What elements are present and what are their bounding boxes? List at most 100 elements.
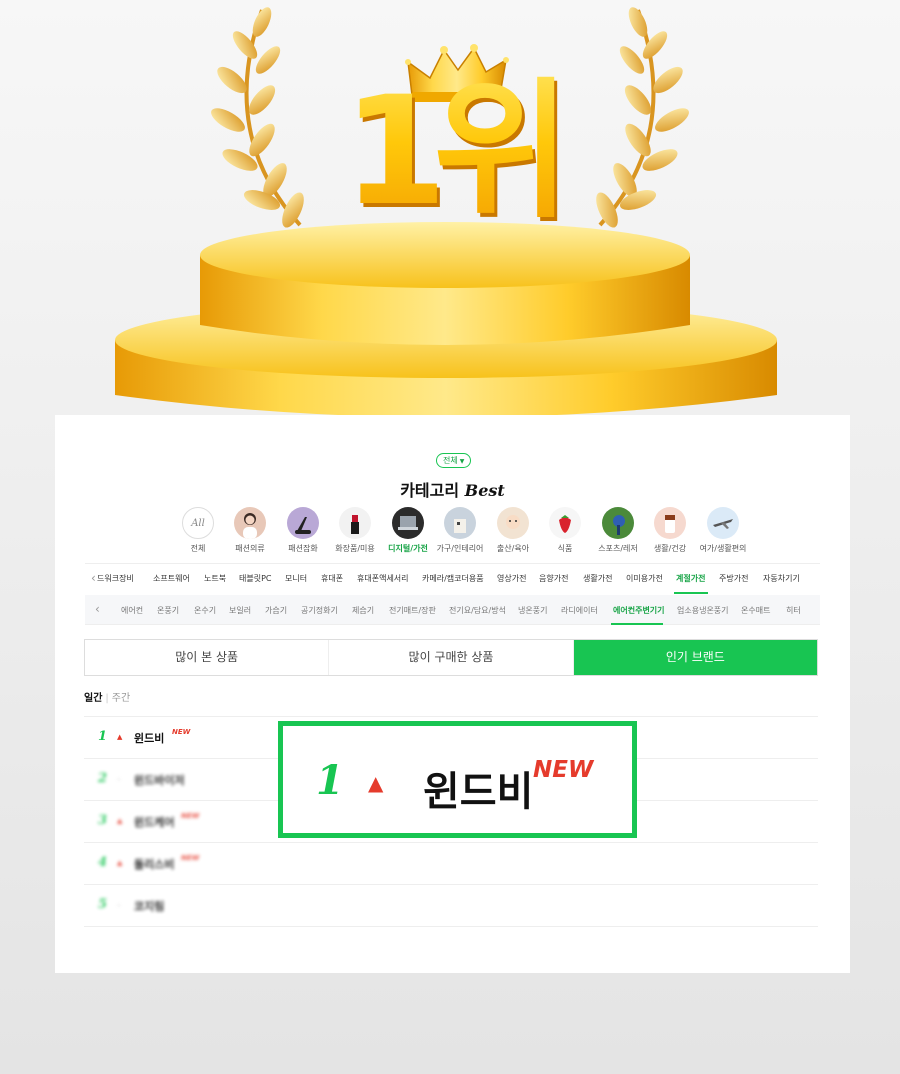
subcategory-item-active[interactable]: 계절가전: [676, 573, 705, 584]
subcategory-item[interactable]: 영상가전: [497, 573, 526, 584]
highlight-new-badge: NEW: [533, 757, 594, 783]
active-underline: [674, 592, 708, 594]
subcategory-item[interactable]: 생활가전: [583, 573, 612, 584]
trend-same-icon: –: [117, 775, 121, 783]
category-item-leisure[interactable]: 여가/생활편의: [693, 507, 753, 554]
subcategory-item[interactable]: 드워크장비: [97, 573, 134, 584]
category-item-fashion-goods[interactable]: 패션잡화: [273, 507, 333, 554]
divider: [84, 926, 818, 927]
ranking-row[interactable]: 2 – 윈드바이저: [84, 758, 238, 800]
sports-icon: [602, 507, 634, 539]
category-label: 가구/인테리어: [436, 544, 484, 553]
page-title: 카테고리 Best: [55, 477, 850, 501]
subcategory-item[interactable]: 온수매트: [741, 605, 770, 616]
subcategory-item[interactable]: 휴대폰: [321, 573, 343, 584]
new-badge: NEW: [172, 728, 191, 736]
top-brand-highlight: 1 ▲ 윈드비 NEW: [278, 721, 637, 838]
highlight-brand-name: 윈드비: [423, 769, 534, 815]
subcategory-item[interactable]: 모니터: [285, 573, 307, 584]
subcategory-item[interactable]: 소프트웨어: [153, 573, 190, 584]
trend-up-icon: ▲: [117, 817, 123, 825]
fashion-goods-icon: [287, 507, 319, 539]
active-underline: [611, 623, 663, 625]
new-badge: NEW: [181, 812, 200, 820]
subcategory-item[interactable]: 업소용냉온풍기: [677, 605, 729, 616]
category-label: 디지털/가전: [388, 544, 428, 553]
baby-icon: [497, 507, 529, 539]
subcategory-item[interactable]: 카메라/캠코더용품: [422, 573, 484, 584]
tab-most-purchased[interactable]: 많이 구매한 상품: [329, 640, 574, 675]
period-daily[interactable]: 일간: [84, 693, 102, 704]
category-item-sports[interactable]: 스포츠/레저: [588, 507, 648, 554]
subcategory-item[interactable]: 노트북: [204, 573, 226, 584]
trend-same-icon: –: [117, 901, 121, 909]
rank-number: 3: [98, 813, 108, 828]
subcategory-item[interactable]: 에어컨: [121, 605, 143, 616]
subcategory-item[interactable]: 태블릿PC: [239, 573, 272, 584]
ranking-row[interactable]: 1 ▲ 윈드비 NEW: [84, 716, 238, 758]
subcategory-item[interactable]: 공기정화기: [301, 605, 338, 616]
subcategory-item[interactable]: 이미용가전: [626, 573, 663, 584]
category-item-furniture[interactable]: 가구/인테리어: [430, 507, 490, 554]
laurel-left-icon: [211, 7, 304, 228]
subcategory-item[interactable]: 가습기: [265, 605, 287, 616]
chevron-down-icon: ▼: [459, 458, 465, 465]
scope-dropdown[interactable]: 전체 ▼: [436, 453, 472, 468]
category-item-all[interactable]: All 전체: [168, 507, 228, 554]
ranking-tabs: 많이 본 상품 많이 구매한 상품 인기 브랜드: [84, 639, 818, 676]
chevron-left-icon[interactable]: ‹: [91, 571, 96, 585]
period-separator: |: [105, 693, 109, 704]
category-item-cosmetics[interactable]: 화장품/미용: [325, 507, 385, 554]
category-item-baby[interactable]: 출산/육아: [483, 507, 543, 554]
rank-number: 5: [98, 897, 108, 912]
category-label: 생활/건강: [653, 544, 687, 553]
period-toggle: 일간 | 주간: [84, 689, 130, 704]
subcategory-item[interactable]: 자동차기기: [763, 573, 800, 584]
period-weekly[interactable]: 주간: [112, 693, 130, 704]
tab-most-viewed[interactable]: 많이 본 상품: [85, 640, 330, 675]
category-label: 패션잡화: [288, 544, 318, 553]
subcategory-item-active[interactable]: 에어컨주변기기: [613, 605, 665, 616]
subcategory-item[interactable]: 음향가전: [539, 573, 568, 584]
subcategory-item[interactable]: 온풍기: [157, 605, 179, 616]
chevron-left-icon[interactable]: ‹: [95, 602, 100, 616]
scope-dropdown-label: 전체: [443, 456, 458, 465]
subcategory-nav-secondary: ‹ 에어컨 온풍기 온수기 보일러 가습기 공기정화기 제습기 전기매트/장판 …: [85, 595, 820, 625]
subcategory-item[interactable]: 전기매트/장판: [389, 605, 436, 616]
category-label: 패션의류: [235, 544, 265, 553]
subcategory-nav-primary: ‹ 드워크장비 소프트웨어 노트북 태블릿PC 모니터 휴대폰 휴대폰액세서리 …: [85, 563, 820, 594]
subcategory-item[interactable]: 히터: [786, 605, 801, 616]
brand-name: 코지림: [134, 900, 165, 913]
tab-popular-brands[interactable]: 인기 브랜드: [573, 640, 817, 675]
brand-name: 윈드케어: [134, 816, 175, 829]
rank-number: 4: [98, 855, 108, 870]
category-item-food[interactable]: 식품: [535, 507, 595, 554]
category-item-health[interactable]: 생활/건강: [640, 507, 700, 554]
subcategory-item[interactable]: 주방가전: [719, 573, 748, 584]
strawberry-icon: [549, 507, 581, 539]
category-item-fashion-clothing[interactable]: 패션의류: [220, 507, 280, 554]
category-label: 화장품/미용: [335, 544, 375, 553]
subcategory-item[interactable]: 온수기: [194, 605, 216, 616]
ranking-row[interactable]: 5 – 코지림: [84, 884, 238, 926]
category-label: 여가/생활편의: [699, 544, 747, 553]
category-nav: All 전체 패션의류 패션잡화 화장품/미용 디지털/가전 가구/인테리어 출…: [168, 507, 748, 559]
new-badge: NEW: [181, 854, 200, 862]
ranking-row[interactable]: 3 ▲ 윈드케어 NEW: [84, 800, 238, 842]
ranking-hero: 1위: [0, 0, 900, 420]
subcategory-item[interactable]: 냉온풍기: [518, 605, 547, 616]
subcategory-item[interactable]: 라디에이터: [561, 605, 598, 616]
lipstick-icon: [339, 507, 371, 539]
laptop-icon: [392, 507, 424, 539]
category-best-panel: 전체 ▼ 카테고리 Best All 전체 패션의류 패션잡화 화장품/미용 디…: [55, 415, 850, 973]
category-item-digital[interactable]: 디지털/가전: [378, 507, 438, 554]
hero-rank-title: 1위: [330, 52, 571, 252]
health-icon: [654, 507, 686, 539]
subcategory-item[interactable]: 보일러: [229, 605, 251, 616]
category-label: 출산/육아: [496, 544, 530, 553]
subcategory-item[interactable]: 휴대폰액세서리: [357, 573, 409, 584]
ranking-row[interactable]: 4 ▲ 돌리스비 NEW: [84, 842, 238, 884]
rank-number: 1: [98, 729, 108, 744]
subcategory-item[interactable]: 전기요/담요/방석: [449, 605, 506, 616]
subcategory-item[interactable]: 제습기: [352, 605, 374, 616]
